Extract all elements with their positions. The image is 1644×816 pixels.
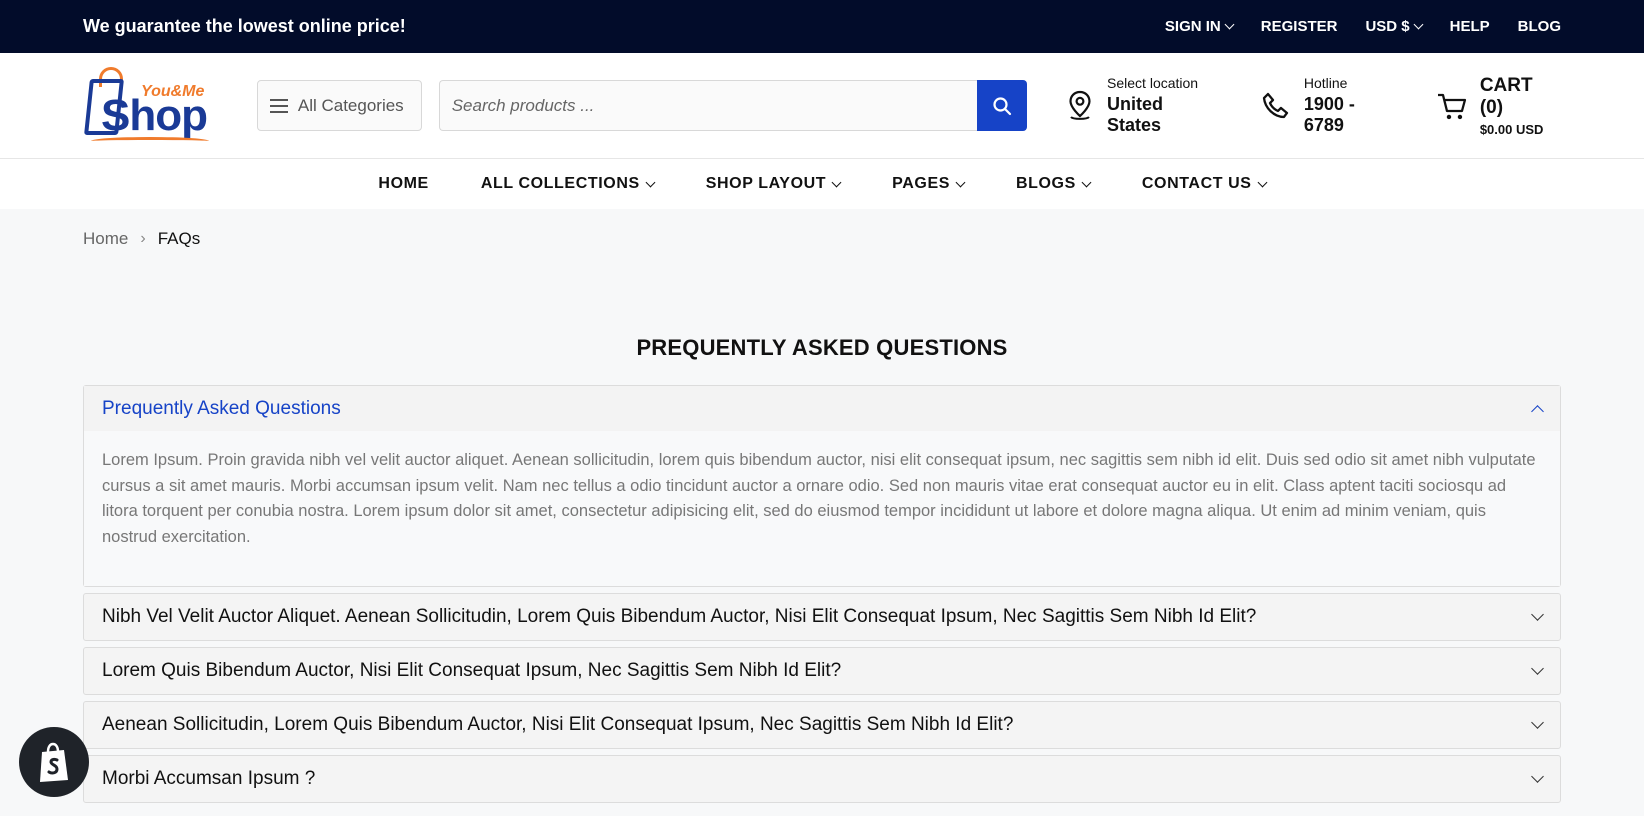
breadcrumb: Home › FAQs (0, 209, 1644, 249)
breadcrumb-current: FAQs (157, 229, 201, 248)
shopify-button[interactable] (19, 727, 89, 797)
menu-icon (269, 98, 288, 113)
nav-contact-us-label: CONTACT US (1141, 175, 1252, 192)
faq-item: Nibh Vel Velit Auctor Aliquet. Aenean So… (83, 593, 1561, 641)
faq-question[interactable]: Nibh Vel Velit Auctor Aliquet. Aenean So… (84, 594, 1560, 640)
nav-blogs-label: BLOGS (1015, 175, 1076, 192)
chevron-down-icon (645, 177, 656, 187)
breadcrumb-home[interactable]: Home (83, 229, 128, 249)
logo-text-main: Shop (101, 90, 208, 140)
faq-item: Prequently Asked Questions Lorem Ipsum. … (83, 385, 1561, 587)
cart-label: CART (0) (1479, 74, 1533, 118)
chevron-down-icon (1081, 177, 1092, 187)
currency-label: USD $ (1365, 18, 1410, 35)
promo-text: We guarantee the lowest online price! (83, 16, 406, 36)
nav-all-collections-label: ALL COLLECTIONS (480, 175, 640, 192)
location-label: Select location (1107, 75, 1199, 91)
nav-shop-layout-label: SHOP LAYOUT (705, 175, 827, 192)
phone-icon (1262, 92, 1289, 118)
nav-home-label: HOME (378, 175, 429, 192)
faq-question-text: Morbi Accumsan Ipsum ? (102, 768, 316, 789)
nav-contact-us[interactable]: CONTACT US (1141, 175, 1268, 193)
cart-icon (1437, 93, 1466, 119)
faq-question[interactable]: Morbi Accumsan Ipsum ? (84, 756, 1560, 802)
faq-item: Aenean Sollicitudin, Lorem Quis Bibendum… (83, 701, 1561, 749)
chevron-up-icon (1531, 404, 1544, 418)
help-link[interactable]: HELP (1450, 18, 1490, 35)
chevron-down-icon (1413, 19, 1424, 30)
faq-item: Lorem Quis Bibendum Auctor, Nisi Elit Co… (83, 647, 1561, 695)
top-links: SIGN IN REGISTER USD $ HELP BLOG (1165, 18, 1561, 35)
logo-swoosh (91, 136, 209, 145)
currency-selector[interactable]: USD $ (1365, 18, 1424, 35)
blog-link[interactable]: BLOG (1518, 18, 1561, 35)
chevron-down-icon (1531, 662, 1544, 675)
location-selector[interactable]: Select location United States (1065, 75, 1222, 136)
nav-home[interactable]: HOME (378, 175, 428, 193)
cart-button[interactable]: CART (0) $0.00 USD (1436, 75, 1561, 137)
search-bar (438, 80, 1028, 131)
faq-question-text: Prequently Asked Questions (102, 397, 341, 419)
page-title: PREQUENTLY ASKED QUESTIONS (636, 335, 1008, 360)
faq-answer: Lorem Ipsum. Proin gravida nibh vel veli… (84, 431, 1560, 586)
location-value: United States (1107, 94, 1164, 135)
location-pin-icon (1069, 90, 1091, 120)
chevron-down-icon (1224, 19, 1235, 30)
chevron-down-icon (831, 177, 842, 187)
nav-all-collections[interactable]: ALL COLLECTIONS (480, 175, 656, 193)
chevron-down-icon (955, 177, 966, 187)
search-input[interactable] (438, 80, 978, 131)
chevron-right-icon: › (140, 230, 146, 247)
faq-question-text: Aenean Sollicitudin, Lorem Quis Bibendum… (102, 714, 1014, 735)
site-header: You&Me Shop All Categories Select locati… (0, 53, 1644, 159)
nav-pages-label: PAGES (892, 175, 950, 192)
chevron-down-icon (1531, 608, 1544, 621)
faq-question-text: Lorem Quis Bibendum Auctor, Nisi Elit Co… (102, 660, 842, 681)
hotline[interactable]: Hotline 1900 - 6789 (1260, 75, 1400, 136)
search-icon (993, 96, 1012, 115)
cart-total: $0.00 USD (1479, 121, 1544, 137)
register-link[interactable]: REGISTER (1261, 18, 1338, 35)
faq-question-text: Nibh Vel Velit Auctor Aliquet. Aenean So… (102, 606, 1257, 627)
shopify-bag-icon (40, 742, 68, 782)
hotline-label: Hotline (1303, 75, 1348, 91)
faq-question[interactable]: Lorem Quis Bibendum Auctor, Nisi Elit Co… (84, 648, 1560, 694)
nav-blogs[interactable]: BLOGS (1015, 175, 1092, 193)
sign-in-link[interactable]: SIGN IN (1164, 18, 1235, 35)
nav-shop-layout[interactable]: SHOP LAYOUT (705, 175, 842, 193)
all-categories-label: All Categories (297, 95, 404, 115)
all-categories-button[interactable]: All Categories (256, 80, 422, 131)
top-bar: We guarantee the lowest online price! SI… (0, 0, 1644, 53)
faq-question[interactable]: Aenean Sollicitudin, Lorem Quis Bibendum… (84, 702, 1560, 748)
chevron-down-icon (1257, 177, 1268, 187)
chevron-down-icon (1531, 770, 1544, 783)
help-label: HELP (1449, 18, 1490, 35)
nav-pages[interactable]: PAGES (892, 175, 966, 193)
chevron-down-icon (1531, 716, 1544, 729)
blog-label: BLOG (1517, 18, 1561, 35)
logo[interactable]: You&Me Shop (83, 65, 215, 147)
sign-in-label: SIGN IN (1164, 18, 1221, 35)
hotline-value: 1900 - 6789 (1303, 94, 1355, 135)
faq-question[interactable]: Prequently Asked Questions (84, 386, 1560, 431)
main-nav: HOME ALL COLLECTIONS SHOP LAYOUT PAGES B… (0, 159, 1644, 209)
faq-accordion: Prequently Asked Questions Lorem Ipsum. … (83, 385, 1561, 803)
search-button[interactable] (977, 80, 1028, 131)
faq-item: Morbi Accumsan Ipsum ? (83, 755, 1561, 803)
register-label: REGISTER (1260, 18, 1338, 35)
